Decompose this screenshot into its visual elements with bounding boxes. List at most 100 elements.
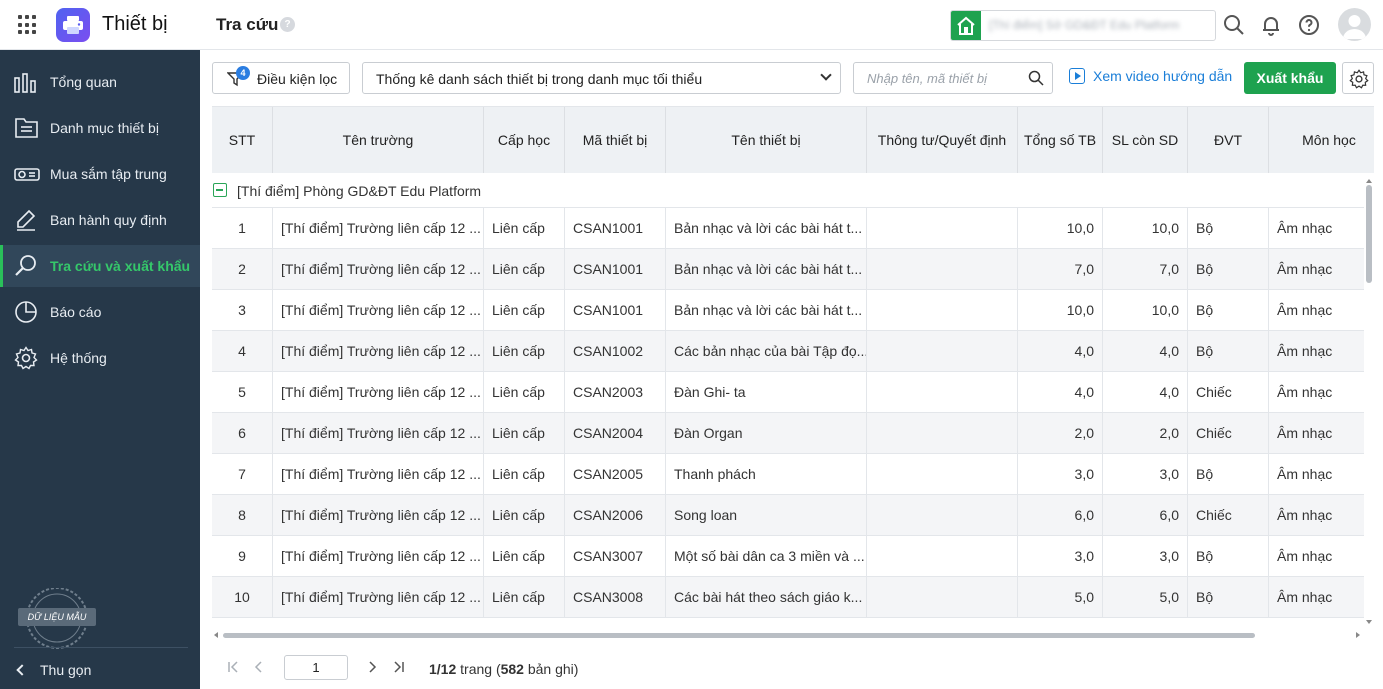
- cell-device-name: Bản nhạc và lời các bài hát t...: [666, 208, 867, 249]
- column-header[interactable]: Mã thiết bị: [565, 107, 666, 173]
- table-row[interactable]: 7 [Thí điểm] Trường liên cấp 12 ... Liên c…: [212, 454, 1364, 495]
- column-header[interactable]: Môn học: [1269, 107, 1374, 173]
- projector-icon: [14, 162, 40, 186]
- cell-school: [Thí điểm] Trường liên cấp 12 ...: [273, 536, 484, 577]
- cell-unit: Bộ: [1188, 454, 1269, 495]
- previous-page-icon[interactable]: [252, 660, 266, 674]
- cell-school: [Thí điểm] Trường liên cấp 12 ...: [273, 372, 484, 413]
- app-logo-icon: [56, 8, 90, 42]
- cell-circular: [867, 495, 1018, 536]
- cell-in-use: 10,0: [1103, 290, 1188, 331]
- cell-circular: [867, 331, 1018, 372]
- sidebar-item-label: Hệ thống: [50, 350, 107, 366]
- app-grid-icon[interactable]: [18, 15, 38, 35]
- table-row[interactable]: 6 [Thí điểm] Trường liên cấp 12 ... Liên c…: [212, 413, 1364, 454]
- sidebar-item-label: Danh mục thiết bị: [50, 120, 159, 136]
- sidebar-item-lookup-export[interactable]: Tra cứu và xuất khẩu: [0, 245, 200, 287]
- cell-level: Liên cấp: [484, 208, 565, 249]
- table-row[interactable]: 3 [Thí điểm] Trường liên cấp 12 ... Liên c…: [212, 290, 1364, 331]
- vertical-scrollbar[interactable]: [1364, 173, 1374, 628]
- cell-in-use: 5,0: [1103, 577, 1188, 618]
- cell-device-name: Các bản nhạc của bài Tập đọ...: [666, 331, 867, 372]
- unit-selector[interactable]: [Thí điểm] Sở GD&ĐT Edu Platform: [950, 10, 1216, 41]
- search-input[interactable]: [855, 64, 1025, 92]
- sidebar-item-reports[interactable]: Báo cáo: [0, 291, 200, 333]
- column-header[interactable]: Thông tư/Quyết định: [867, 107, 1018, 173]
- cell-total: 10,0: [1018, 208, 1103, 249]
- sidebar-item-catalog[interactable]: Danh mục thiết bị: [0, 107, 200, 149]
- cell-device-name: Bản nhạc và lời các bài hát t...: [666, 290, 867, 331]
- help-icon[interactable]: [1297, 13, 1321, 37]
- cell-school: [Thí điểm] Trường liên cấp 12 ...: [273, 331, 484, 372]
- group-label: [Thí điểm] Phòng GD&ĐT Edu Platform: [237, 183, 482, 199]
- cell-stt: 9: [212, 536, 273, 577]
- column-header[interactable]: STT: [212, 107, 273, 173]
- avatar[interactable]: [1338, 8, 1371, 41]
- cell-device-code: CSAN2004: [565, 413, 666, 454]
- cell-stt: 5: [212, 372, 273, 413]
- column-header[interactable]: ĐVT: [1188, 107, 1269, 173]
- sidebar-item-overview[interactable]: Tổng quan: [0, 61, 200, 103]
- table-row[interactable]: 9 [Thí điểm] Trường liên cấp 12 ... Liên c…: [212, 536, 1364, 577]
- sidebar: Tổng quan Danh mục thiết bị Mua sắm tập …: [0, 50, 200, 689]
- cell-in-use: 3,0: [1103, 454, 1188, 495]
- sidebar-item-regulations[interactable]: Ban hành quy định: [0, 199, 200, 241]
- cell-stt: 3: [212, 290, 273, 331]
- group-row: [Thí điểm] Phòng GD&ĐT Edu Platform: [212, 173, 1364, 208]
- chevron-down-icon: [820, 69, 832, 81]
- table-row[interactable]: 5 [Thí điểm] Trường liên cấp 12 ... Liên c…: [212, 372, 1364, 413]
- report-type-value: Thống kê danh sách thiết bị trong danh m…: [376, 71, 703, 87]
- export-button[interactable]: Xuất khẩu: [1244, 62, 1336, 94]
- horizontal-scrollbar[interactable]: [212, 628, 1374, 641]
- pagination: 1 1/12 trang (582 bản ghi): [212, 650, 812, 686]
- page-number-input[interactable]: 1: [284, 655, 348, 680]
- search-icon[interactable]: [1028, 70, 1044, 89]
- cell-subject: Âm nhạc: [1277, 507, 1333, 523]
- table-row[interactable]: 8 [Thí điểm] Trường liên cấp 12 ... Liên c…: [212, 495, 1364, 536]
- cell-unit: Bộ: [1188, 577, 1269, 618]
- column-header[interactable]: Cấp học: [484, 107, 565, 173]
- unit-name: [Thí điểm] Sở GD&ĐT Edu Platform: [989, 18, 1180, 32]
- video-guide-link[interactable]: Xem video hướng dẫn: [1069, 68, 1232, 84]
- cell-level: Liên cấp: [484, 495, 565, 536]
- cell-device-code: CSAN3008: [565, 577, 666, 618]
- sidebar-item-procurement[interactable]: Mua sắm tập trung: [0, 153, 200, 195]
- page-info: 1/12 trang (582 bản ghi): [429, 661, 579, 677]
- cell-in-use: 2,0: [1103, 413, 1188, 454]
- cell-subject: Âm nhạc: [1277, 302, 1333, 318]
- next-page-icon[interactable]: [365, 660, 379, 674]
- page-help-icon[interactable]: ?: [280, 17, 295, 32]
- cell-device-name: Đàn Organ: [666, 413, 867, 454]
- column-header[interactable]: Tên thiết bị: [666, 107, 867, 173]
- cell-device-name: Một số bài dân ca 3 miền và ...: [666, 536, 867, 577]
- cell-device-code: CSAN2003: [565, 372, 666, 413]
- collapse-group-icon[interactable]: [213, 183, 227, 197]
- column-header[interactable]: Tổng số TB: [1018, 107, 1103, 173]
- first-page-icon[interactable]: [226, 660, 240, 674]
- collapse-sidebar-button[interactable]: Thu gọn: [16, 662, 91, 678]
- cell-level: Liên cấp: [484, 454, 565, 495]
- gear-icon: [1349, 69, 1369, 89]
- table-row[interactable]: 10 [Thí điểm] Trường liên cấp 12 ... Liên …: [212, 577, 1364, 618]
- table-row[interactable]: 4 [Thí điểm] Trường liên cấp 12 ... Liên c…: [212, 331, 1364, 372]
- table-row[interactable]: 2 [Thí điểm] Trường liên cấp 12 ... Liên c…: [212, 249, 1364, 290]
- cell-in-use: 4,0: [1103, 331, 1188, 372]
- cell-in-use: 10,0: [1103, 208, 1188, 249]
- last-page-icon[interactable]: [392, 660, 406, 674]
- column-settings-button[interactable]: [1342, 62, 1374, 94]
- cell-subject: Âm nhạc: [1277, 343, 1333, 359]
- cell-device-code: CSAN2005: [565, 454, 666, 495]
- sidebar-item-system[interactable]: Hệ thống: [0, 337, 200, 379]
- column-header[interactable]: SL còn SD: [1103, 107, 1188, 173]
- table-row[interactable]: 1 [Thí điểm] Trường liên cấp 12 ... Liên c…: [212, 208, 1364, 249]
- app-title: Thiết bị: [102, 13, 168, 35]
- filter-conditions-button[interactable]: 4 Điều kiện lọc: [212, 62, 350, 94]
- bell-icon[interactable]: [1259, 13, 1283, 37]
- device-search: [853, 62, 1053, 94]
- sample-data-badge: DỮ LIỆU MẪU: [18, 588, 96, 652]
- search-icon[interactable]: [1222, 13, 1246, 37]
- cell-subject: Âm nhạc: [1277, 589, 1333, 605]
- report-type-select[interactable]: Thống kê danh sách thiết bị trong danh m…: [362, 62, 841, 94]
- column-header[interactable]: Tên trường: [273, 107, 484, 173]
- cell-school: [Thí điểm] Trường liên cấp 12 ...: [273, 290, 484, 331]
